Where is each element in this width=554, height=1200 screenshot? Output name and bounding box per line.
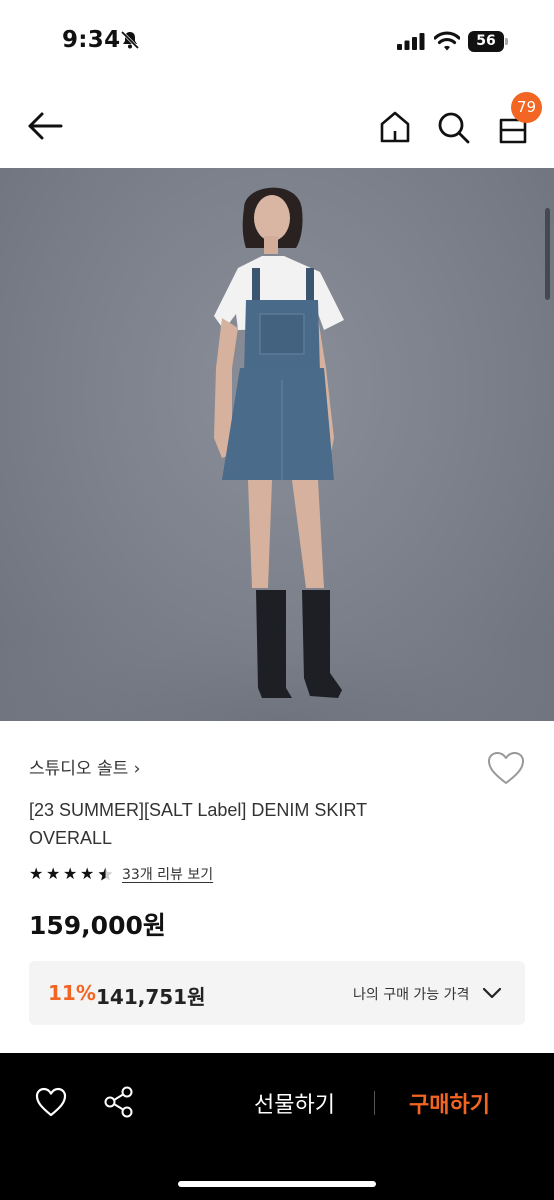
share-icon[interactable]: [102, 1085, 136, 1119]
home-icon[interactable]: [376, 108, 414, 146]
battery-indicator: 56: [468, 31, 508, 52]
brand-link[interactable]: 스튜디오 솔트 ›: [29, 754, 141, 779]
discount-rate: 11%: [48, 981, 96, 1005]
star-icon: ★: [46, 864, 61, 883]
bottom-action-bar: 선물하기 구매하기: [0, 1053, 554, 1200]
discount-price: 141,751원: [96, 985, 206, 1009]
back-arrow-icon[interactable]: [26, 108, 66, 144]
my-price-dropdown[interactable]: 11% 141,751원 나의 구매 가능 가격: [29, 961, 525, 1025]
bell-off-icon: [120, 30, 140, 50]
home-indicator[interactable]: [178, 1181, 376, 1187]
rating-row: ★ ★ ★ ★ 33개 리뷰 보기: [29, 863, 213, 885]
product-title: [23 SUMMER][SALT Label] DENIM SKIRT OVER…: [29, 800, 367, 848]
star-rating: ★ ★ ★ ★: [29, 865, 114, 883]
my-price-label: 나의 구매 가능 가격: [353, 987, 470, 1003]
status-time: 9:34: [62, 27, 121, 53]
top-nav: [0, 84, 554, 168]
cart-count-badge: 79: [511, 92, 542, 123]
like-heart-icon[interactable]: [34, 1086, 68, 1118]
star-icon: ★: [63, 864, 78, 883]
search-icon[interactable]: [434, 108, 472, 146]
signal-icon: [397, 33, 425, 50]
product-image[interactable]: [0, 168, 554, 721]
wishlist-heart-icon[interactable]: [486, 750, 526, 786]
half-star-icon: [98, 867, 113, 881]
chevron-right-icon: ›: [133, 759, 141, 779]
star-icon: ★: [29, 864, 44, 883]
wifi-icon: [434, 31, 460, 51]
buy-button[interactable]: 구매하기: [409, 1087, 490, 1119]
product-price: 159,000원: [29, 911, 166, 940]
model-photo: [0, 187, 554, 721]
battery-level: 56: [468, 31, 504, 52]
image-scrollbar[interactable]: [545, 208, 550, 300]
battery-cap: [505, 38, 508, 45]
chevron-down-icon: [482, 987, 502, 999]
status-bar: 9:34 56: [0, 0, 554, 84]
gift-button[interactable]: 선물하기: [254, 1087, 335, 1119]
brand-name: 스튜디오 솔트: [29, 759, 129, 779]
divider: [374, 1091, 375, 1115]
review-link[interactable]: 33개 리뷰 보기: [122, 864, 213, 884]
star-icon: ★: [80, 864, 95, 883]
